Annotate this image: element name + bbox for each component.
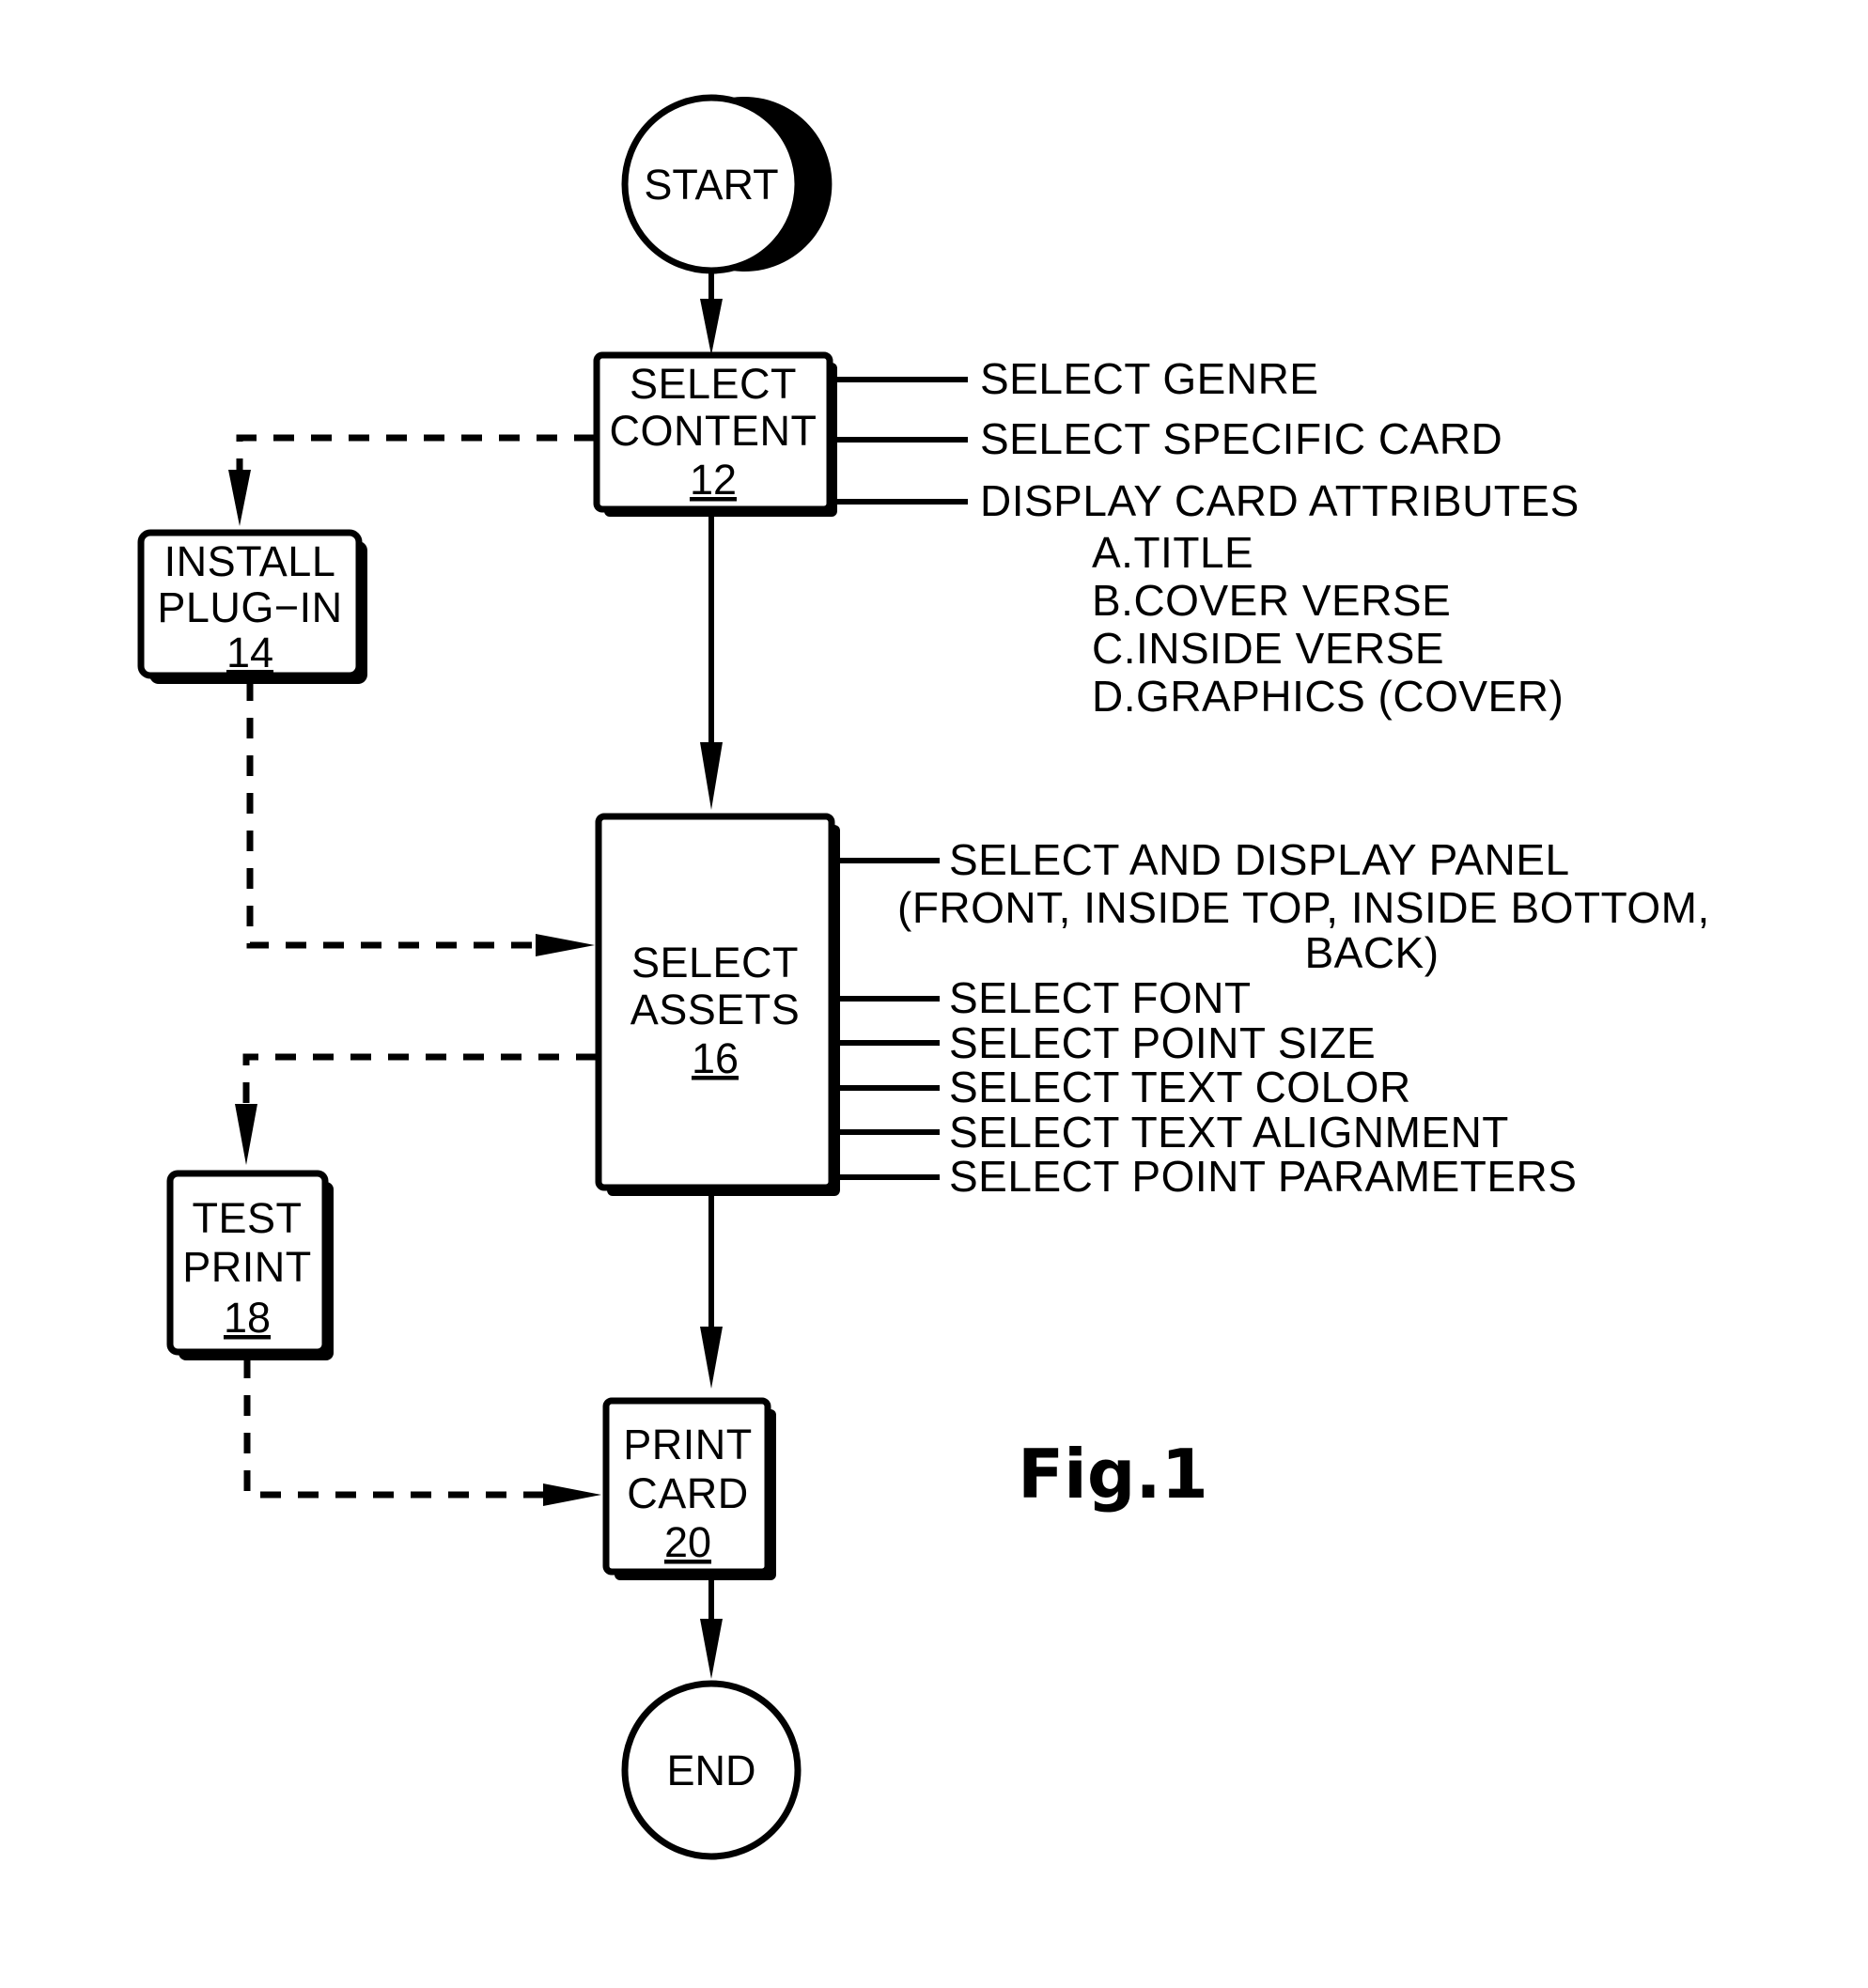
node-print-card: PRINT CARD 20 <box>602 1397 776 1580</box>
select-content-line2: CONTENT <box>610 407 817 455</box>
select-assets-line2: ASSETS <box>630 986 801 1033</box>
node-select-assets: SELECT ASSETS 16 <box>595 813 840 1196</box>
arrow-head-icon <box>700 1327 723 1389</box>
print-card-line1: PRINT <box>623 1421 753 1468</box>
annot-select-text-alignment: SELECT TEXT ALIGNMENT <box>949 1108 1509 1157</box>
arrow-head-icon <box>228 470 251 526</box>
edge-select-assets-to-print-card <box>700 1190 723 1389</box>
node-test-print: TEST PRINT 18 <box>166 1170 334 1360</box>
install-plugin-ref: 14 <box>226 629 273 676</box>
edge-select-content-to-install-plugin <box>228 434 595 526</box>
annot-select-font: SELECT FONT <box>949 973 1252 1022</box>
select-assets-ref: 16 <box>692 1034 739 1082</box>
edge-test-print-to-print-card <box>243 1358 601 1506</box>
node-select-content: SELECT CONTENT 12 <box>593 351 837 517</box>
annot-panel-back: BACK) <box>1304 928 1439 977</box>
figure-caption: Fig.1 <box>1018 1435 1208 1514</box>
annot-panel-options: (FRONT, INSIDE TOP, INSIDE BOTTOM, <box>897 883 1710 932</box>
annot-select-specific-card: SELECT SPECIFIC CARD <box>980 414 1502 463</box>
start-label: START <box>644 161 778 209</box>
leaders-select-content <box>830 377 968 505</box>
node-end: END <box>621 1680 802 1860</box>
test-print-line2: PRINT <box>182 1243 312 1291</box>
test-print-line1: TEST <box>192 1194 302 1242</box>
test-print-ref: 18 <box>224 1294 271 1342</box>
arrow-head-icon <box>536 934 595 956</box>
annot-display-card-attributes: DISPLAY CARD ATTRIBUTES <box>980 476 1580 525</box>
annot-attr-title: A.TITLE <box>1092 528 1253 577</box>
annot-select-point-parameters: SELECT POINT PARAMETERS <box>949 1152 1577 1201</box>
dashed-edge-line <box>236 434 595 505</box>
print-card-ref: 20 <box>664 1518 711 1566</box>
install-plugin-line1: INSTALL <box>164 537 336 585</box>
edge-start-to-select-content <box>700 272 723 355</box>
edge-install-plugin-to-select-assets <box>246 680 595 956</box>
annot-select-point-size: SELECT POINT SIZE <box>949 1018 1376 1067</box>
arrow-head-icon <box>235 1104 257 1165</box>
select-content-line1: SELECT <box>630 360 797 408</box>
dashed-edge-line <box>246 680 554 949</box>
annot-select-genre: SELECT GENRE <box>980 354 1318 403</box>
annot-attr-graphics-cover: D.GRAPHICS (COVER) <box>1092 672 1564 721</box>
print-card-line2: CARD <box>627 1469 749 1517</box>
patent-figure: START SELECT CONTENT 12 SELECT GENRE SEL… <box>0 0 1868 1988</box>
flowchart-diagram: START SELECT CONTENT 12 SELECT GENRE SEL… <box>137 94 1710 1860</box>
node-install-plugin: INSTALL PLUG−IN 14 <box>137 529 367 684</box>
select-content-ref: 12 <box>690 456 737 504</box>
annot-attr-cover-verse: B.COVER VERSE <box>1092 576 1451 625</box>
dashed-edge-line <box>243 1358 564 1499</box>
edge-print-card-to-end <box>700 1575 723 1679</box>
end-label: END <box>666 1747 755 1794</box>
arrow-head-icon <box>700 299 723 355</box>
arrow-head-icon <box>700 742 723 810</box>
annot-select-text-color: SELECT TEXT COLOR <box>949 1063 1411 1111</box>
arrow-head-icon <box>700 1619 723 1679</box>
install-plugin-line2: PLUG−IN <box>157 583 342 631</box>
annot-attr-inside-verse: C.INSIDE VERSE <box>1092 624 1444 673</box>
annot-select-display-panel: SELECT AND DISPLAY PANEL <box>949 835 1570 884</box>
edge-select-content-to-select-assets <box>700 512 723 810</box>
edge-select-assets-to-test-print <box>235 1053 597 1165</box>
arrow-head-icon <box>543 1483 601 1506</box>
node-start: START <box>621 94 833 274</box>
dashed-edge-line <box>242 1053 597 1137</box>
select-assets-line1: SELECT <box>631 939 799 986</box>
